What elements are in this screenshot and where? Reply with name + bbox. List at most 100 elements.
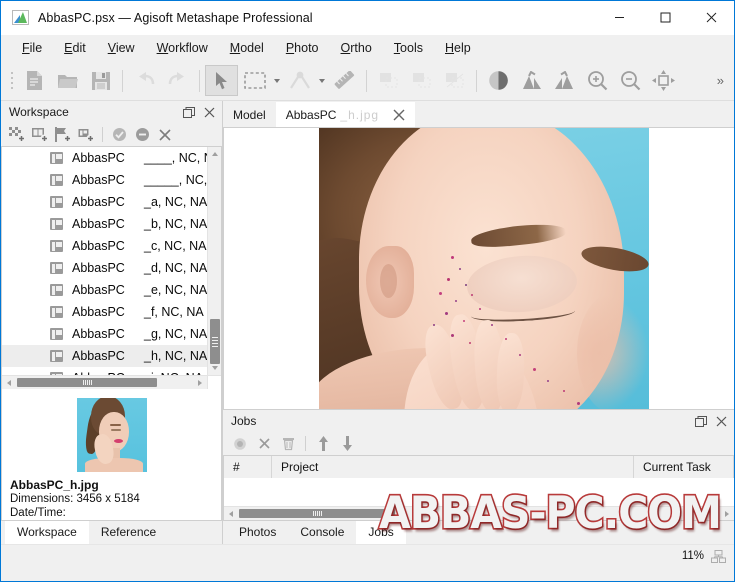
table-row[interactable]: AbbasPC _f, NC, NA [2, 301, 207, 323]
menu-model[interactable]: Model [219, 37, 275, 59]
workspace-undock-icon[interactable] [179, 103, 199, 121]
table-row[interactable]: AbbasPC _i, NC, NA [2, 367, 207, 375]
tab-workspace[interactable]: Workspace [5, 521, 89, 544]
add-markers-icon[interactable] [52, 125, 74, 145]
move-up-icon[interactable] [312, 434, 334, 454]
redo-icon[interactable] [161, 65, 194, 96]
workspace-horizontal-scrollbar[interactable] [2, 375, 207, 389]
toolbar-overflow-button[interactable]: » [711, 69, 730, 92]
undo-icon[interactable] [128, 65, 161, 96]
close-button[interactable] [688, 1, 734, 34]
photo-viewport[interactable] [223, 127, 734, 409]
fit-to-view-icon[interactable] [647, 65, 680, 96]
menu-edit[interactable]: Edit [53, 37, 97, 59]
scroll-left-arrow-icon[interactable] [2, 376, 16, 389]
workspace-vertical-scrollbar[interactable] [207, 147, 221, 375]
row-name: AbbasPC [72, 261, 125, 275]
delete-job-icon[interactable] [277, 434, 299, 454]
jobs-scroll-left-arrow-icon[interactable] [224, 507, 238, 520]
jobs-table[interactable]: # Project Current Task [223, 455, 734, 521]
tab-abbaspc-label: AbbasPC [285, 107, 337, 122]
open-project-icon[interactable] [51, 65, 84, 96]
minimize-button[interactable] [596, 1, 642, 34]
workspace-close-icon[interactable] [199, 103, 219, 121]
scroll-down-arrow-icon[interactable] [208, 361, 221, 375]
save-project-icon[interactable] [84, 65, 117, 96]
network-status-icon[interactable] [711, 549, 726, 563]
flip-vertical-icon[interactable] [548, 65, 581, 96]
jobs-dock: Jobs # Project Current Task Photos Conso… [223, 409, 734, 544]
shape-draw-icon[interactable] [372, 65, 405, 96]
metashape-logo-icon [12, 10, 29, 25]
maximize-button[interactable] [642, 1, 688, 34]
flip-horizontal-icon[interactable] [515, 65, 548, 96]
menu-help[interactable]: Help [434, 37, 482, 59]
jobs-undock-icon[interactable] [691, 412, 711, 430]
tab-jobs[interactable]: Jobs [356, 521, 406, 544]
table-row[interactable]: AbbasPC _a, NC, NA [2, 191, 207, 213]
camera-icon [50, 306, 63, 318]
angle-measure-icon[interactable] [283, 65, 316, 96]
jobs-scroll-right-arrow-icon[interactable] [720, 507, 734, 520]
column-header-current-task[interactable]: Current Task [634, 456, 734, 478]
ruler-measure-icon[interactable] [328, 65, 361, 96]
column-header-index[interactable]: # [224, 456, 272, 478]
zoom-in-icon[interactable] [581, 65, 614, 96]
tab-close-icon[interactable] [393, 109, 405, 121]
menu-tools[interactable]: Tools [383, 37, 434, 59]
menu-view[interactable]: View [97, 37, 146, 59]
table-row[interactable]: AbbasPC _h, NC, NA [2, 345, 207, 367]
rectangle-selection-icon[interactable] [238, 65, 271, 96]
left-dock: Workspace AbbasPC ____, NC, AbbasPC ____… [1, 101, 223, 544]
tab-console[interactable]: Console [288, 521, 356, 544]
column-header-project[interactable]: Project [272, 456, 634, 478]
pointer-tool-icon[interactable] [205, 65, 238, 96]
row-name: AbbasPC [72, 283, 125, 297]
toolbar-separator [476, 69, 477, 92]
workspace-tree[interactable]: AbbasPC ____, NC, NA AbbasPC _____, NC, … [1, 146, 222, 389]
tab-model[interactable]: Model [223, 102, 276, 127]
scroll-up-arrow-icon[interactable] [208, 147, 221, 161]
menu-workflow[interactable]: Workflow [146, 37, 219, 59]
tab-reference[interactable]: Reference [89, 521, 168, 544]
jobs-horizontal-scrollbar-thumb[interactable] [239, 509, 395, 518]
add-chunk-icon[interactable] [6, 125, 28, 145]
toolbar-grip[interactable] [7, 68, 16, 94]
table-row[interactable]: AbbasPC _____, NC, NA [2, 169, 207, 191]
jobs-close-icon[interactable] [711, 412, 731, 430]
scroll-right-arrow-icon[interactable] [193, 376, 207, 389]
menu-ortho[interactable]: Ortho [330, 37, 383, 59]
table-row[interactable]: AbbasPC _e, NC, NA [2, 279, 207, 301]
cancel-job-icon[interactable] [253, 434, 275, 454]
table-row[interactable]: AbbasPC ____, NC, NA [2, 147, 207, 169]
new-project-icon[interactable] [18, 65, 51, 96]
selection-mode-chevron-down-icon[interactable] [271, 65, 283, 96]
row-meta: _h, NC, NA [144, 349, 207, 363]
disable-icon[interactable] [131, 125, 153, 145]
add-photos-icon[interactable] [29, 125, 51, 145]
menu-bar: File Edit View Workflow Model Photo Orth… [1, 35, 734, 61]
tab-abbaspc[interactable]: AbbasPC _h.jpg [275, 102, 416, 127]
table-row[interactable]: AbbasPC _b, NC, NA [2, 213, 207, 235]
menu-photo[interactable]: Photo [275, 37, 330, 59]
horizontal-scrollbar-thumb[interactable] [17, 378, 157, 387]
shape-edit-icon[interactable] [405, 65, 438, 96]
vertical-scrollbar-thumb[interactable] [210, 319, 220, 364]
contrast-icon[interactable] [482, 65, 515, 96]
zoom-out-icon[interactable] [614, 65, 647, 96]
add-camera-icon[interactable] [75, 125, 97, 145]
jobs-horizontal-scrollbar[interactable] [224, 506, 734, 520]
enable-icon[interactable] [108, 125, 130, 145]
measure-mode-chevron-down-icon[interactable] [316, 65, 328, 96]
table-row[interactable]: AbbasPC _d, NC, NA [2, 257, 207, 279]
camera-icon [50, 196, 63, 208]
run-job-icon[interactable] [229, 434, 251, 454]
table-row[interactable]: AbbasPC _g, NC, NA [2, 323, 207, 345]
remove-icon[interactable] [154, 125, 176, 145]
table-row[interactable]: AbbasPC _c, NC, NA [2, 235, 207, 257]
tab-photos[interactable]: Photos [227, 521, 288, 544]
menu-file[interactable]: File [11, 37, 53, 59]
shape-split-icon[interactable] [438, 65, 471, 96]
move-down-icon[interactable] [336, 434, 358, 454]
view-tab-bar: Model AbbasPC _h.jpg [223, 101, 734, 127]
